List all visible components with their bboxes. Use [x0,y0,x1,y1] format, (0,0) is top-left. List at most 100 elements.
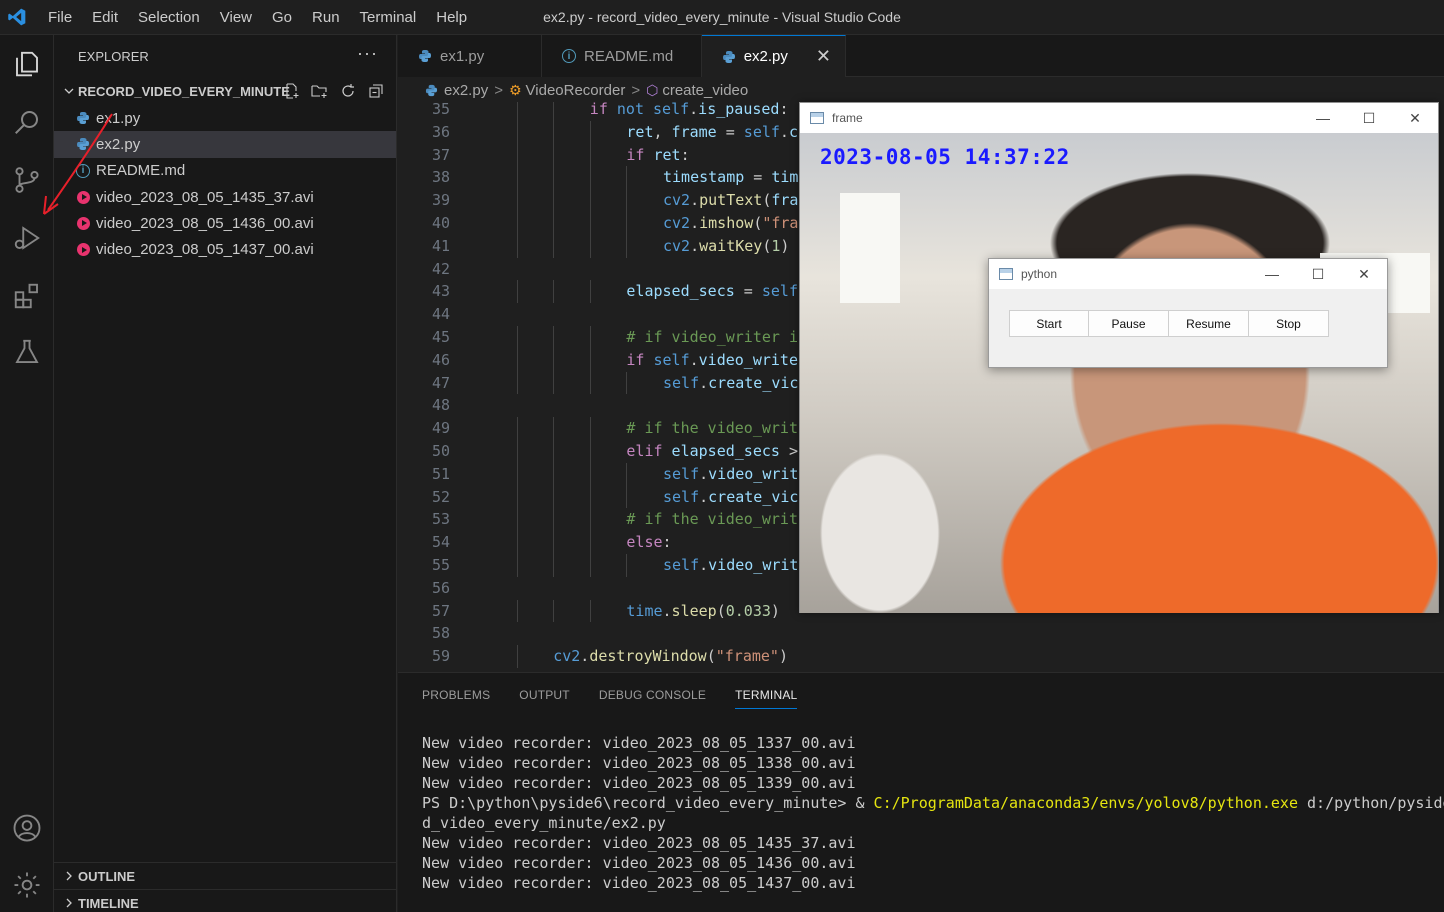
menu-help[interactable]: Help [426,0,477,35]
python-file-icon [422,81,440,99]
file-video-1435-37[interactable]: video_2023_08_05_1435_37.avi [54,184,396,210]
menu-view[interactable]: View [210,0,262,35]
breadcrumb-method[interactable]: create_video [662,82,748,99]
menu-selection[interactable]: Selection [128,0,210,35]
code-text: elapsed_secs = self [626,282,798,301]
menu-file[interactable]: File [38,0,82,35]
chevron-right-icon: > [631,81,641,99]
indent-guide [553,417,555,440]
terminal-line: New video recorder: video_2023_08_05_133… [422,754,856,772]
refresh-icon[interactable] [338,81,358,101]
tab-output[interactable]: OUTPUT [519,682,570,708]
indent-guide [553,280,555,304]
source-control-icon[interactable] [0,155,54,205]
terminal-output[interactable]: New video recorder: video_2023_08_05_133… [422,733,1444,893]
file-video-1437-00[interactable]: video_2023_08_05_1437_00.avi [54,236,396,262]
indent-guide [589,120,591,144]
run-debug-icon[interactable] [0,213,54,263]
minimize-icon[interactable]: — [1249,259,1295,289]
pause-button[interactable]: Pause [1089,310,1169,337]
indent-guide [589,280,591,304]
outline-label: OUTLINE [78,868,136,884]
outline-section[interactable]: OUTLINE [54,862,397,889]
collapse-all-icon[interactable] [366,81,386,101]
explorer-icon[interactable] [0,39,54,89]
start-button[interactable]: Start [1009,310,1089,337]
tab-ex2-py[interactable]: ex2.py ✕ [702,35,846,77]
accounts-icon[interactable] [0,803,54,853]
indent-guide [589,531,591,554]
prompt-text: PS D:\python\pyside6\record_video_every_… [422,794,874,812]
menu-go[interactable]: Go [262,0,302,35]
new-folder-icon[interactable] [310,81,330,101]
close-icon[interactable]: ✕ [1341,259,1387,289]
menu-terminal[interactable]: Terminal [350,0,427,35]
python-window-title: python [1021,267,1058,281]
indent-guide [553,485,555,509]
breadcrumb: ex2.py > ⚙ VideoRecorder > ⬡ create_vide… [398,78,1444,102]
breadcrumb-file[interactable]: ex2.py [444,82,488,99]
tab-readme-md[interactable]: i README.md [542,35,702,77]
timeline-label: TIMELINE [78,895,139,911]
folder-record-video-every-minute[interactable]: RECORD_VIDEO_EVERY_MINUTE [54,77,396,105]
code-text: ret, frame = self.c [626,122,798,141]
indent-guide [626,212,628,235]
maximize-icon[interactable]: ☐ [1346,103,1392,133]
extensions-icon[interactable] [0,271,54,321]
indent-guide [589,462,591,486]
file-readme-md[interactable]: i README.md [54,158,396,184]
menu-run[interactable]: Run [302,0,350,35]
indent-guide [553,554,555,577]
close-icon[interactable]: ✕ [816,46,831,67]
window-app-icon [810,112,824,124]
file-ex1-py[interactable]: ex1.py [54,105,396,131]
menu-edit[interactable]: Edit [82,0,128,35]
indent-guide [516,599,518,623]
search-icon[interactable] [0,97,54,147]
indent-guide [589,326,591,349]
file-list: ex1.py ex2.py i README.md video_2023_08_… [54,105,396,263]
indent-guide [589,599,591,623]
python-title-bar[interactable]: python — ☐ ✕ [989,259,1387,289]
line-number: 46 [431,350,450,369]
camera-timestamp: 2023-08-05 14:37:22 [820,145,1070,169]
python-file-icon [74,135,92,153]
indent-guide [626,462,628,486]
activity-bar [0,35,54,912]
stop-button[interactable]: Stop [1249,310,1329,337]
tab-problems[interactable]: PROBLEMS [422,682,490,708]
indent-guide [516,440,518,463]
indent-guide [553,212,555,235]
line-number: 35 [431,102,450,118]
editor-tabs: ex1.py i README.md ex2.py ✕ [398,35,1444,77]
file-ex2-py[interactable]: ex2.py [54,131,396,158]
code-text: elif elapsed_secs > [626,442,798,460]
file-name: ex2.py [96,135,141,153]
breadcrumb-class[interactable]: VideoRecorder [526,82,626,99]
line-number: 41 [431,236,450,255]
tab-terminal[interactable]: TERMINAL [735,682,798,709]
new-file-icon[interactable] [282,81,302,101]
line-number: 47 [431,373,450,392]
indent-guide [516,102,518,121]
frame-title-bar[interactable]: frame — ☐ ✕ [800,103,1438,133]
resume-button[interactable]: Resume [1169,310,1249,337]
terminal-line: New video recorder: video_2023_08_05_143… [422,874,856,892]
code-text: # if the video_writ [626,510,798,529]
close-icon[interactable]: ✕ [1392,103,1438,133]
explorer-header: EXPLORER ··· [54,35,396,77]
timeline-section[interactable]: TIMELINE [54,889,397,912]
maximize-icon[interactable]: ☐ [1295,259,1341,289]
minimize-icon[interactable]: — [1300,103,1346,133]
line-number: 54 [431,533,450,552]
line-number: 44 [431,305,450,324]
indent-guide [553,462,555,486]
indent-guide [553,508,555,532]
file-video-1436-00[interactable]: video_2023_08_05_1436_00.avi [54,210,396,236]
more-actions-icon[interactable]: ··· [357,43,378,64]
settings-gear-icon[interactable] [0,860,54,910]
testing-flask-icon[interactable] [0,327,54,377]
indent-guide [516,189,518,212]
tab-ex1-py[interactable]: ex1.py [398,35,542,77]
tab-debug-console[interactable]: DEBUG CONSOLE [599,682,706,708]
